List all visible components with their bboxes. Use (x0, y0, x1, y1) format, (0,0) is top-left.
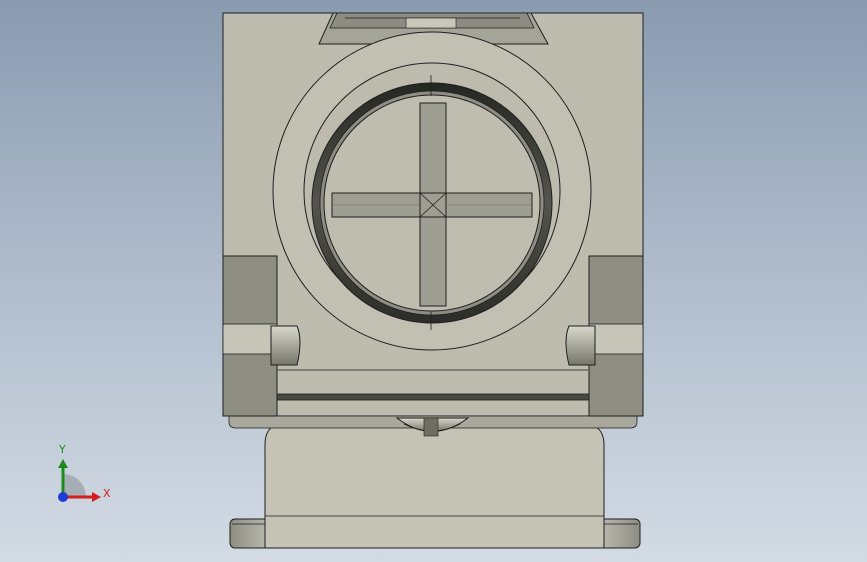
triad-y-label: Y (59, 443, 66, 456)
coordinate-triad (58, 459, 101, 502)
cad-viewport[interactable] (0, 0, 867, 562)
triad-x-arrow (92, 492, 101, 502)
bottom-rail (276, 393, 590, 401)
lower-neck-block[interactable] (264, 426, 605, 549)
triad-x-label: X (103, 487, 111, 500)
triad-y-arrow (58, 459, 68, 468)
triad-z-axis (58, 492, 68, 502)
